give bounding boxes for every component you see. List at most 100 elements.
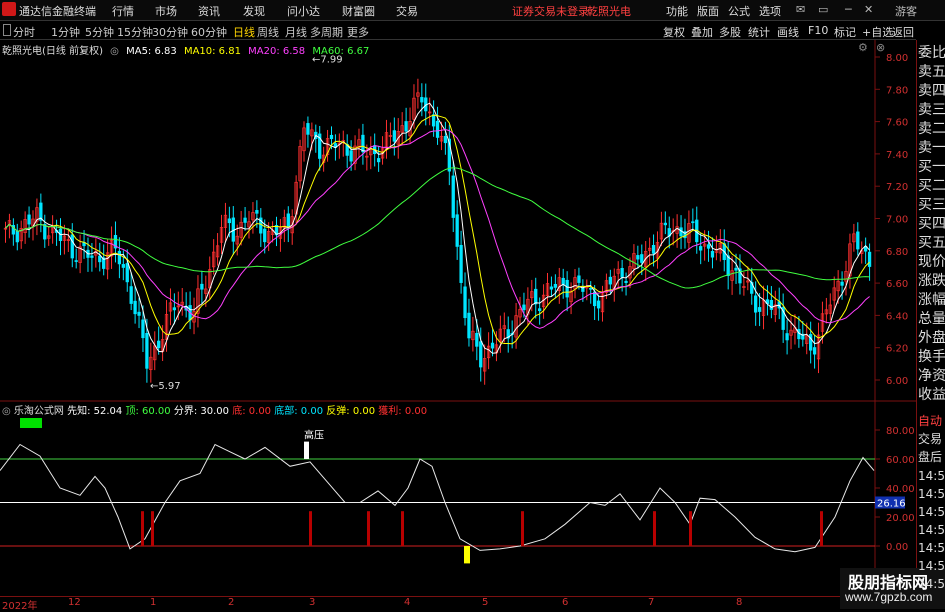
toolbar-1[interactable]: 叠加 <box>691 24 713 40</box>
signal-bar <box>653 511 656 546</box>
candle-body <box>710 251 715 258</box>
candle-body <box>553 283 558 288</box>
toolbar-5[interactable]: F10 <box>808 24 828 37</box>
x-axis-label-4: 3 <box>309 597 316 608</box>
candle-body <box>699 246 703 251</box>
right-panel-item-0: 委比 <box>918 45 945 61</box>
right-panel-lower-6: 14:56 <box>918 523 945 537</box>
y-tick-7: 6.60 <box>886 279 908 290</box>
toolbar-0[interactable]: 复权 <box>663 24 685 40</box>
x-axis-label-1: 12 <box>68 597 81 608</box>
period-5[interactable]: 60分钟 <box>190 24 228 40</box>
right-panel-lower-1: 交易 <box>918 432 943 446</box>
candle-body <box>349 150 353 162</box>
toolbar-6[interactable]: 标记 <box>834 24 856 40</box>
candle-body <box>867 251 872 267</box>
low-marker: ←5.97 <box>150 381 181 392</box>
login-status[interactable]: 证券交易未登录 <box>512 3 589 19</box>
candle-body <box>117 250 122 265</box>
candle-body <box>455 214 459 247</box>
candle-body <box>74 260 78 262</box>
tile-icon[interactable]: ▭ <box>818 3 828 16</box>
toolbar-3[interactable]: 统计 <box>748 24 770 40</box>
indicator-chart[interactable]: 80.00 60.00 40.00 20.00 0.00 高压 26.16 <box>0 400 916 596</box>
period-0[interactable]: 分时 <box>12 24 36 40</box>
right-panel-item-8: 买三 <box>918 197 945 213</box>
candle-body <box>538 308 542 312</box>
y-tick-3: 7.40 <box>886 150 908 161</box>
menu-wealth[interactable]: 财富圈 <box>342 3 375 19</box>
signal-bar <box>141 511 144 546</box>
candle-body <box>490 342 495 349</box>
period-7[interactable]: 周线 <box>256 24 280 40</box>
right-panel-lower-8: 14:56 <box>918 559 945 573</box>
candle-body <box>157 340 161 349</box>
candle-body <box>451 175 455 218</box>
panel-toggle-icon[interactable] <box>3 24 11 36</box>
candle-body <box>172 307 177 311</box>
candle-body <box>286 213 290 229</box>
candle-body <box>420 97 424 103</box>
period-1[interactable]: 1分钟 <box>50 24 81 40</box>
candle-body <box>15 230 19 243</box>
right-panel-lower-4: 14:56 <box>918 487 945 501</box>
close-icon[interactable]: ✕ <box>864 3 873 16</box>
rebound-bar <box>464 546 470 564</box>
toolbar-8[interactable]: 返回 <box>892 24 914 40</box>
candle-body <box>624 280 628 283</box>
menu-trade[interactable]: 交易 <box>396 3 418 19</box>
candle-body <box>141 319 145 339</box>
right-panel-lower-3: 14:56 <box>918 469 945 483</box>
menu-news[interactable]: 资讯 <box>198 3 220 19</box>
candlestick-chart[interactable]: 8.00 7.80 7.60 7.40 7.20 7.00 6.80 6.60 6.40 6.20… <box>0 40 916 400</box>
high-marker: ←7.99 <box>312 55 343 66</box>
candle-body <box>70 234 74 259</box>
period-10[interactable]: 更多 <box>346 24 370 40</box>
right-panel-lower-0[interactable]: 自动 <box>918 413 942 429</box>
signal-bar <box>151 511 154 546</box>
x-axis-line <box>0 596 916 597</box>
x-axis-label-7: 6 <box>562 597 569 608</box>
mail-icon[interactable]: ✉ <box>796 3 805 16</box>
period-8[interactable]: 月线 <box>284 24 308 40</box>
oscillator-line <box>0 443 875 553</box>
candle-body <box>706 244 711 249</box>
y-tick-5: 7.00 <box>886 215 908 226</box>
menu-market[interactable]: 市场 <box>155 3 177 19</box>
candle-body <box>27 214 31 225</box>
guest-label[interactable]: 游客 <box>895 3 917 19</box>
menu-layout[interactable]: 版面 <box>697 3 719 19</box>
candle-body <box>691 221 695 224</box>
candle-body <box>329 134 334 140</box>
toolbar-4[interactable]: 画线 <box>777 24 799 40</box>
right-panel-item-4: 卖二 <box>918 121 945 137</box>
toolbar-2[interactable]: 多股 <box>719 24 741 40</box>
current-value: 26.16 <box>877 499 906 510</box>
menu-quotes[interactable]: 行情 <box>112 3 134 19</box>
ind-y-tick-1: 60.00 <box>886 455 915 466</box>
menu-options[interactable]: 选项 <box>759 3 781 19</box>
candle-body <box>726 255 730 276</box>
period-4[interactable]: 30分钟 <box>151 24 189 40</box>
menu-formula[interactable]: 公式 <box>728 3 750 19</box>
app-title: 通达信金融终端 <box>19 5 96 18</box>
period-6[interactable]: 日线 <box>232 24 256 40</box>
menu-function[interactable]: 功能 <box>666 3 688 19</box>
toolbar-7[interactable]: +自选 <box>862 24 893 40</box>
candle-body <box>785 333 789 341</box>
candle-body <box>549 286 554 290</box>
candle-body <box>596 300 601 309</box>
right-panel-item-9: 买四 <box>918 216 945 232</box>
menu-ask[interactable]: 问小达 <box>287 3 320 19</box>
candle-body <box>404 121 408 132</box>
right-panel-item-18: 收益 <box>918 387 945 403</box>
candle-body <box>812 347 817 355</box>
period-9[interactable]: 多周期 <box>309 24 344 40</box>
period-3[interactable]: 15分钟 <box>116 24 154 40</box>
candle-body <box>129 286 133 304</box>
candle-body <box>640 254 644 263</box>
period-2[interactable]: 5分钟 <box>84 24 115 40</box>
minimize-icon[interactable]: ─ <box>845 3 852 16</box>
y-tick-1: 7.80 <box>886 85 908 96</box>
menu-discover[interactable]: 发现 <box>243 3 265 19</box>
